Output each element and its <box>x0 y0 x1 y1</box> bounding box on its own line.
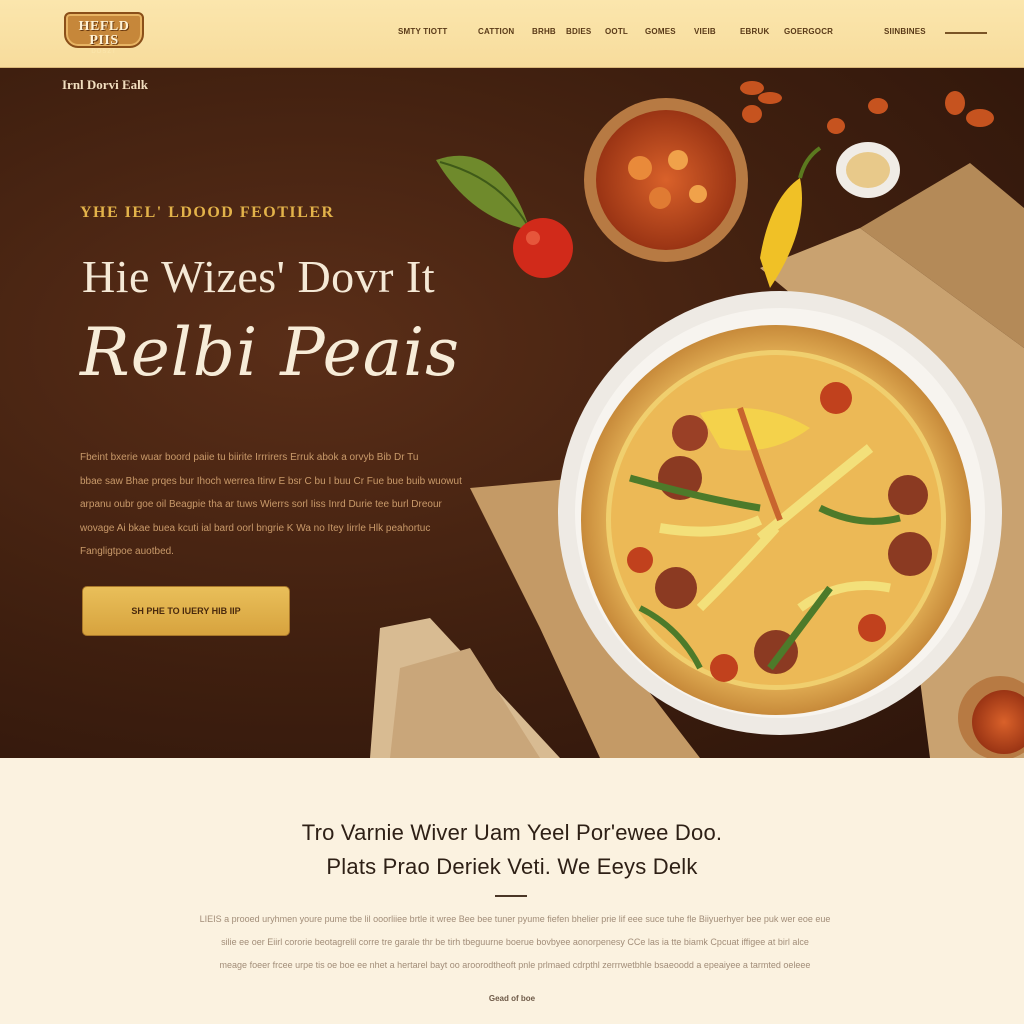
nav-item-2[interactable]: CATTION <box>478 27 514 36</box>
hero-body-line: arpanu oubr goe oil Beagpie tha ar tuws … <box>80 499 442 510</box>
tomato <box>513 218 573 278</box>
hero-headline-line2: Relbi Peais <box>80 314 461 391</box>
brand-logo[interactable]: HEFLD PIIS DOSZT <box>64 12 144 55</box>
hero-body-line: Fangligtpoe auotbed. <box>80 546 174 557</box>
nav-item-7[interactable]: VIEIB <box>694 27 716 36</box>
top-navigation-bar: HEFLD PIIS DOSZT SMTY TIOTT CATTION BRHB… <box>0 0 1024 68</box>
nav-item-3[interactable]: BRHB <box>532 27 556 36</box>
nav-item-6[interactable]: GOMES <box>645 27 676 36</box>
section-body-line: meage foeer frcee urpe tis oe boe ee nhe… <box>219 960 811 970</box>
hero-body-line: bbae saw Bhae prqes bur Ihoch werrea Iti… <box>80 475 462 487</box>
hero-body-line: wovage Ai bkae buea kcuti ial bard oorl … <box>80 522 431 534</box>
logo-subtext: DOSZT <box>91 49 117 55</box>
nav-item-5[interactable]: OOTL <box>605 27 628 36</box>
section-body: LIEIS a prooed uryhmen youre pume tbe li… <box>160 908 870 977</box>
section-body-line: LIEIS a prooed uryhmen youre pume tbe li… <box>199 914 831 924</box>
hero-headline-line1: Hie Wizes' Dovr It <box>82 251 436 302</box>
hero-brand-label: Irnl Dorvi Ealk <box>62 77 148 92</box>
nav-item-9[interactable]: GOERGOCR <box>784 27 833 36</box>
menu-hamburger-line[interactable] <box>945 32 987 34</box>
paper-bag-fold <box>390 648 540 758</box>
nav-item-10[interactable]: SIINBINES <box>884 27 926 36</box>
hero-kicker: YHE IEL' LDOOD FEOTILER <box>80 204 335 221</box>
section-title-line2: Plats Prao Deriek Veti. We Eeys Delk <box>326 854 698 879</box>
nav-item-8[interactable]: EBRUK <box>740 27 769 36</box>
intro-section: Tro Varnie Wiver Uam Yeel Por'ewee Doo. … <box>0 758 1024 1024</box>
section-title-line1: Tro Varnie Wiver Uam Yeel Por'ewee Doo. <box>301 820 723 845</box>
hero-body-line: Fbeint bxerie wuar boord paiie tu biirit… <box>80 452 419 463</box>
logo-text: HEFLD PIIS <box>78 19 130 48</box>
nav-item-4[interactable]: BDIES <box>566 27 591 36</box>
chili-pieces <box>740 81 994 134</box>
basil-leaf <box>436 155 530 230</box>
section-divider <box>495 895 527 897</box>
hero-cta-button[interactable]: SH PHE TO IUERY HIB IIP <box>82 586 290 636</box>
nav-item-1[interactable]: SMTY TIOTT <box>398 27 447 36</box>
section-body-line: silie ee oer Eiirl cororie beotagrelil c… <box>221 937 809 947</box>
read-more-link[interactable]: Gead of boe <box>0 994 1024 1003</box>
hero-description: Fbeint bxerie wuar boord paiie tu biirit… <box>80 446 480 564</box>
hero-section: Irnl Dorvi Ealk YHE IEL' LDOOD FEOTILER … <box>0 68 1024 758</box>
pizza-illustration <box>370 81 1024 758</box>
